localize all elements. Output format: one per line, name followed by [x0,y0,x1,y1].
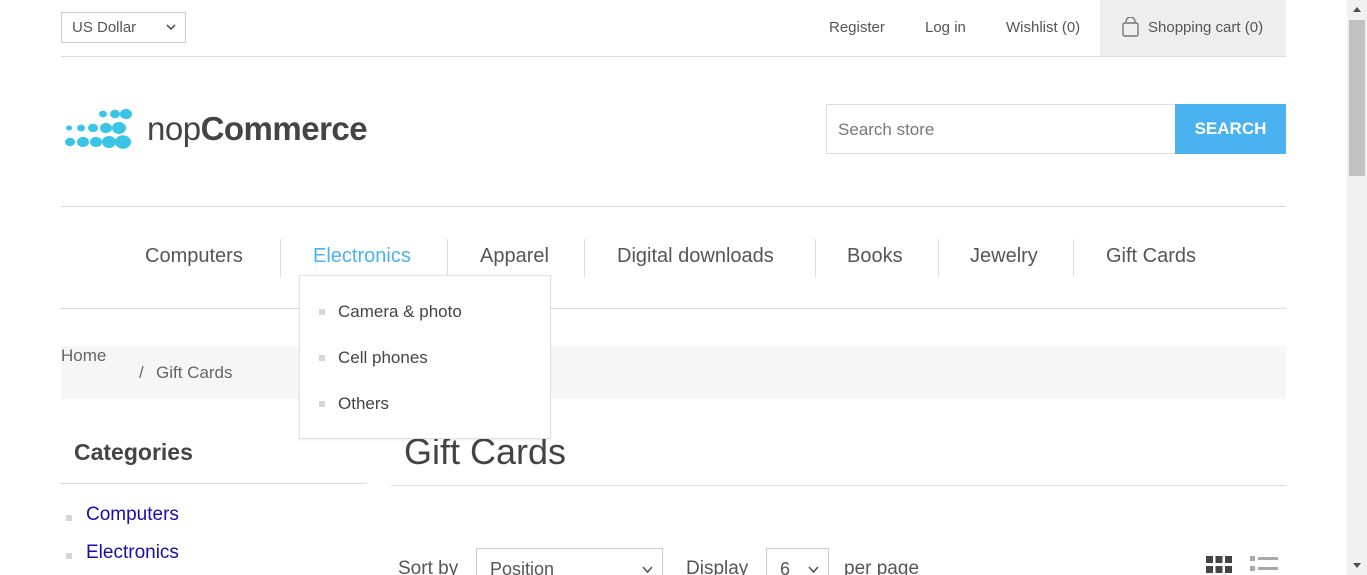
currency-select[interactable]: US Dollar [61,12,186,43]
shopping-bag-icon [1122,17,1139,37]
category-item-label: Electronics [86,542,179,563]
submenu-item-cell-phones[interactable]: Cell phones [300,343,550,373]
logo-text: nopCommerce [147,110,368,148]
logo-dots-icon [65,108,132,149]
per-page-label: per page [844,558,920,575]
submenu-item-label: Others [338,394,390,413]
search-input[interactable]: Search store [826,104,1176,154]
categories-divider [61,483,367,484]
scroll-thumb[interactable] [1349,20,1365,176]
breadcrumb-current: Gift Cards [156,363,233,382]
scroll-up-arrow-icon[interactable] [1352,5,1362,13]
bullet-icon [66,515,72,521]
page-size-select[interactable]: 6 [766,548,829,575]
nav-item-electronics[interactable]: Electronics [313,245,411,268]
nav-divider [447,239,448,277]
vertical-scrollbar[interactable] [1347,0,1367,575]
nav-item-gift-cards[interactable]: Gift Cards [1106,245,1196,268]
search-button[interactable]: Search [1175,104,1286,154]
nav-item-books[interactable]: Books [847,245,903,268]
header-links: US Dollar Register Log in Wishlist (0) S… [61,0,1286,57]
logo-text-light: nop [147,110,201,147]
page: US Dollar Register Log in Wishlist (0) S… [0,0,1347,575]
page-size-value: 6 [780,559,791,575]
nav-divider [815,239,816,277]
scroll-down-arrow-icon[interactable] [1352,562,1362,570]
bullet-icon [319,355,325,361]
submenu-item-camera-photo[interactable]: Camera & photo [300,297,550,327]
shopping-cart-label: Shopping cart (0) [1148,19,1264,36]
nav-item-jewelry[interactable]: Jewelry [970,245,1038,268]
logo[interactable]: nopCommerce [63,104,373,160]
nav-divider [938,239,939,277]
login-link[interactable]: Log in [925,19,966,36]
sort-by-label: Sort by [398,558,459,575]
currency-value: US Dollar [72,19,137,36]
submenu-item-label: Camera & photo [338,302,462,321]
display-label: Display [686,558,749,575]
nav-divider [1073,239,1074,277]
electronics-submenu: Camera & photo Cell phones Others [299,275,551,439]
logo-text-bold: Commerce [200,110,368,147]
breadcrumb-home[interactable]: Home [61,346,106,365]
category-item-label: Computers [86,504,179,525]
nav-divider [280,239,281,277]
chevron-down-icon [642,566,653,574]
chevron-down-icon [166,24,176,31]
wishlist-link[interactable]: Wishlist (0) [1006,19,1080,36]
list-view-icon[interactable] [1249,555,1279,575]
top-menu: Computers Electronics Apparel Digital do… [61,206,1286,309]
grid-view-icon[interactable] [1205,555,1233,575]
bullet-icon [319,401,325,407]
sort-by-value: Position [490,559,555,575]
shopping-cart-link[interactable]: Shopping cart (0) [1100,0,1286,56]
nav-item-apparel[interactable]: Apparel [480,245,549,268]
register-link[interactable]: Register [829,19,885,36]
bullet-icon [319,309,325,315]
breadcrumb: Home / Gift Cards [61,346,1286,399]
breadcrumb-separator: / [139,363,144,382]
submenu-item-label: Cell phones [338,348,428,367]
submenu-item-others[interactable]: Others [300,389,550,419]
nav-divider [584,239,585,277]
chevron-down-icon [808,566,819,574]
nav-item-digital-downloads[interactable]: Digital downloads [617,245,774,268]
search-button-label: Search [1194,119,1267,138]
sort-by-select[interactable]: Position [476,548,663,575]
search-placeholder: Search store [838,120,935,139]
nav-item-computers[interactable]: Computers [145,245,243,268]
title-divider [391,485,1286,486]
bullet-icon [66,553,72,559]
categories-title: Categories [74,439,193,465]
